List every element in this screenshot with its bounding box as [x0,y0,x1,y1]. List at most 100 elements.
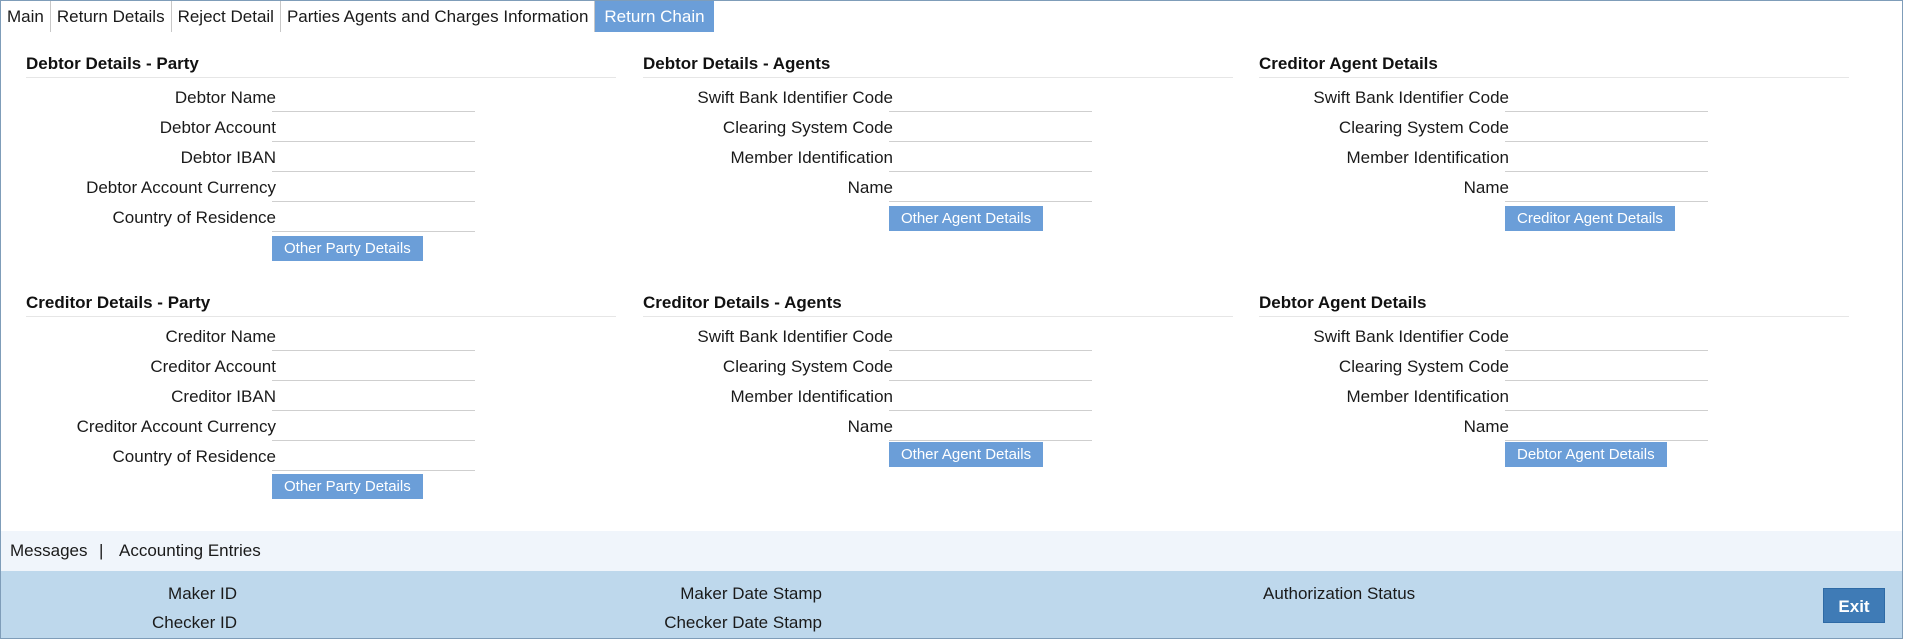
field-row: Clearing System Code [643,353,1233,383]
field-label: Creditor IBAN [171,387,276,406]
field-label: Member Identification [730,148,893,167]
debtor-account-currency-input[interactable] [272,174,475,202]
creditor-agent-details-button[interactable]: Creditor Agent Details [1505,206,1675,231]
debtor-country-of-residence-input[interactable] [272,204,475,232]
creditor-agents-member-id-input[interactable] [889,383,1092,411]
creditor-account-currency-input[interactable] [272,413,475,441]
debtor-other-agent-details-button[interactable]: Other Agent Details [889,206,1044,231]
field-label: Clearing System Code [1338,118,1509,137]
field-row: Creditor IBAN [26,383,616,413]
checker-date-stamp-label: Checker Date Stamp [664,613,822,632]
creditor-other-party-details-button[interactable]: Other Party Details [272,474,423,499]
debtor-agent-member-id-input[interactable] [889,144,1092,172]
creditor-agent-clearing-code-input[interactable] [1505,114,1708,142]
messages-link[interactable]: Messages [10,531,87,571]
creditor-agents-clearing-code-input[interactable] [889,353,1092,381]
field-label: Creditor Name [165,327,276,346]
tab-return-chain[interactable]: Return Chain [595,1,714,32]
checker-id-label: Checker ID [151,613,237,632]
field-row: Clearing System Code [643,114,1233,144]
tab-parties-agents-charges[interactable]: Parties Agents and Charges Information [281,1,596,32]
section-debtor-party: Debtor Details - Party Debtor Name Debto… [26,54,616,264]
field-label: Swift Bank Identifier Code [1313,327,1509,346]
field-label: Swift Bank Identifier Code [697,88,893,107]
creditor-account-input[interactable] [272,353,475,381]
debtor-agent2-clearing-code-input[interactable] [1505,353,1708,381]
field-row: Member Identification [643,383,1233,413]
debtor-agent-clearing-code-input[interactable] [889,114,1092,142]
exit-button[interactable]: Exit [1823,588,1885,623]
maker-id-label: Maker ID [168,584,237,603]
debtor-agent-bic-input[interactable] [889,84,1092,112]
field-label: Clearing System Code [1338,357,1509,376]
debtor-agent-name-input[interactable] [889,174,1092,202]
field-row: Country of Residence [26,443,616,473]
field-label: Debtor Account [159,118,276,137]
section-debtor-agent: Debtor Agent Details Swift Bank Identifi… [1259,293,1849,473]
field-label: Country of Residence [112,447,276,466]
maker-date-stamp-label: Maker Date Stamp [680,584,822,603]
field-label: Swift Bank Identifier Code [697,327,893,346]
field-row: Creditor Name [26,323,616,353]
creditor-name-input[interactable] [272,323,475,351]
field-label: Debtor Account Currency [86,178,276,197]
creditor-country-of-residence-input[interactable] [272,443,475,471]
creditor-other-agent-details-button[interactable]: Other Agent Details [889,442,1044,467]
tab-bar: Main Return Details Reject Detail Partie… [1,1,714,32]
debtor-name-input[interactable] [272,84,475,112]
field-row: Member Identification [1259,383,1849,413]
authorization-status-label: Authorization Status [1263,584,1416,603]
tab-return-details[interactable]: Return Details [51,1,172,32]
section-title: Creditor Agent Details [1259,54,1849,78]
debtor-agent-details-button[interactable]: Debtor Agent Details [1505,442,1667,467]
section-creditor-agent: Creditor Agent Details Swift Bank Identi… [1259,54,1849,234]
field-row: Name [1259,413,1849,443]
creditor-agents-bic-input[interactable] [889,323,1092,351]
section-title: Creditor Details - Party [26,293,616,317]
section-creditor-agents: Creditor Details - Agents Swift Bank Ide… [643,293,1233,473]
creditor-agents-name-input[interactable] [889,413,1092,441]
debtor-other-party-details-button[interactable]: Other Party Details [272,236,423,261]
field-row: Creditor Account Currency [26,413,616,443]
creditor-iban-input[interactable] [272,383,475,411]
section-title: Debtor Details - Party [26,54,616,78]
field-label: Name [1463,417,1509,436]
field-label: Debtor Name [174,88,276,107]
field-row: Swift Bank Identifier Code [1259,84,1849,114]
creditor-agent-name-input[interactable] [1505,174,1708,202]
field-row: Swift Bank Identifier Code [1259,323,1849,353]
debtor-agent2-bic-input[interactable] [1505,323,1708,351]
tab-main[interactable]: Main [1,1,51,32]
field-row: Swift Bank Identifier Code [643,323,1233,353]
field-label: Member Identification [730,387,893,406]
field-label: Member Identification [1346,148,1509,167]
debtor-account-input[interactable] [272,114,475,142]
links-bar: Messages | Accounting Entries [1,531,1902,571]
field-label: Creditor Account Currency [76,417,276,436]
field-label: Creditor Account [150,357,276,376]
field-label: Name [1463,178,1509,197]
field-row: Creditor Account [26,353,616,383]
creditor-agent-bic-input[interactable] [1505,84,1708,112]
field-row: Clearing System Code [1259,353,1849,383]
field-label: Name [847,417,893,436]
field-row: Swift Bank Identifier Code [643,84,1233,114]
field-label: Clearing System Code [722,357,893,376]
field-label: Clearing System Code [722,118,893,137]
field-row: Name [1259,174,1849,204]
debtor-agent2-name-input[interactable] [1505,413,1708,441]
section-creditor-party: Creditor Details - Party Creditor Name C… [26,293,616,503]
creditor-agent-member-id-input[interactable] [1505,144,1708,172]
debtor-iban-input[interactable] [272,144,475,172]
accounting-entries-link[interactable]: Accounting Entries [119,531,261,571]
field-row: Member Identification [643,144,1233,174]
field-label: Name [847,178,893,197]
field-row: Debtor Name [26,84,616,114]
section-title: Creditor Details - Agents [643,293,1233,317]
field-row: Name [643,413,1233,443]
field-row: Debtor Account Currency [26,174,616,204]
field-row: Member Identification [1259,144,1849,174]
debtor-agent2-member-id-input[interactable] [1505,383,1708,411]
field-row: Country of Residence [26,204,616,234]
tab-reject-detail[interactable]: Reject Detail [172,1,281,32]
